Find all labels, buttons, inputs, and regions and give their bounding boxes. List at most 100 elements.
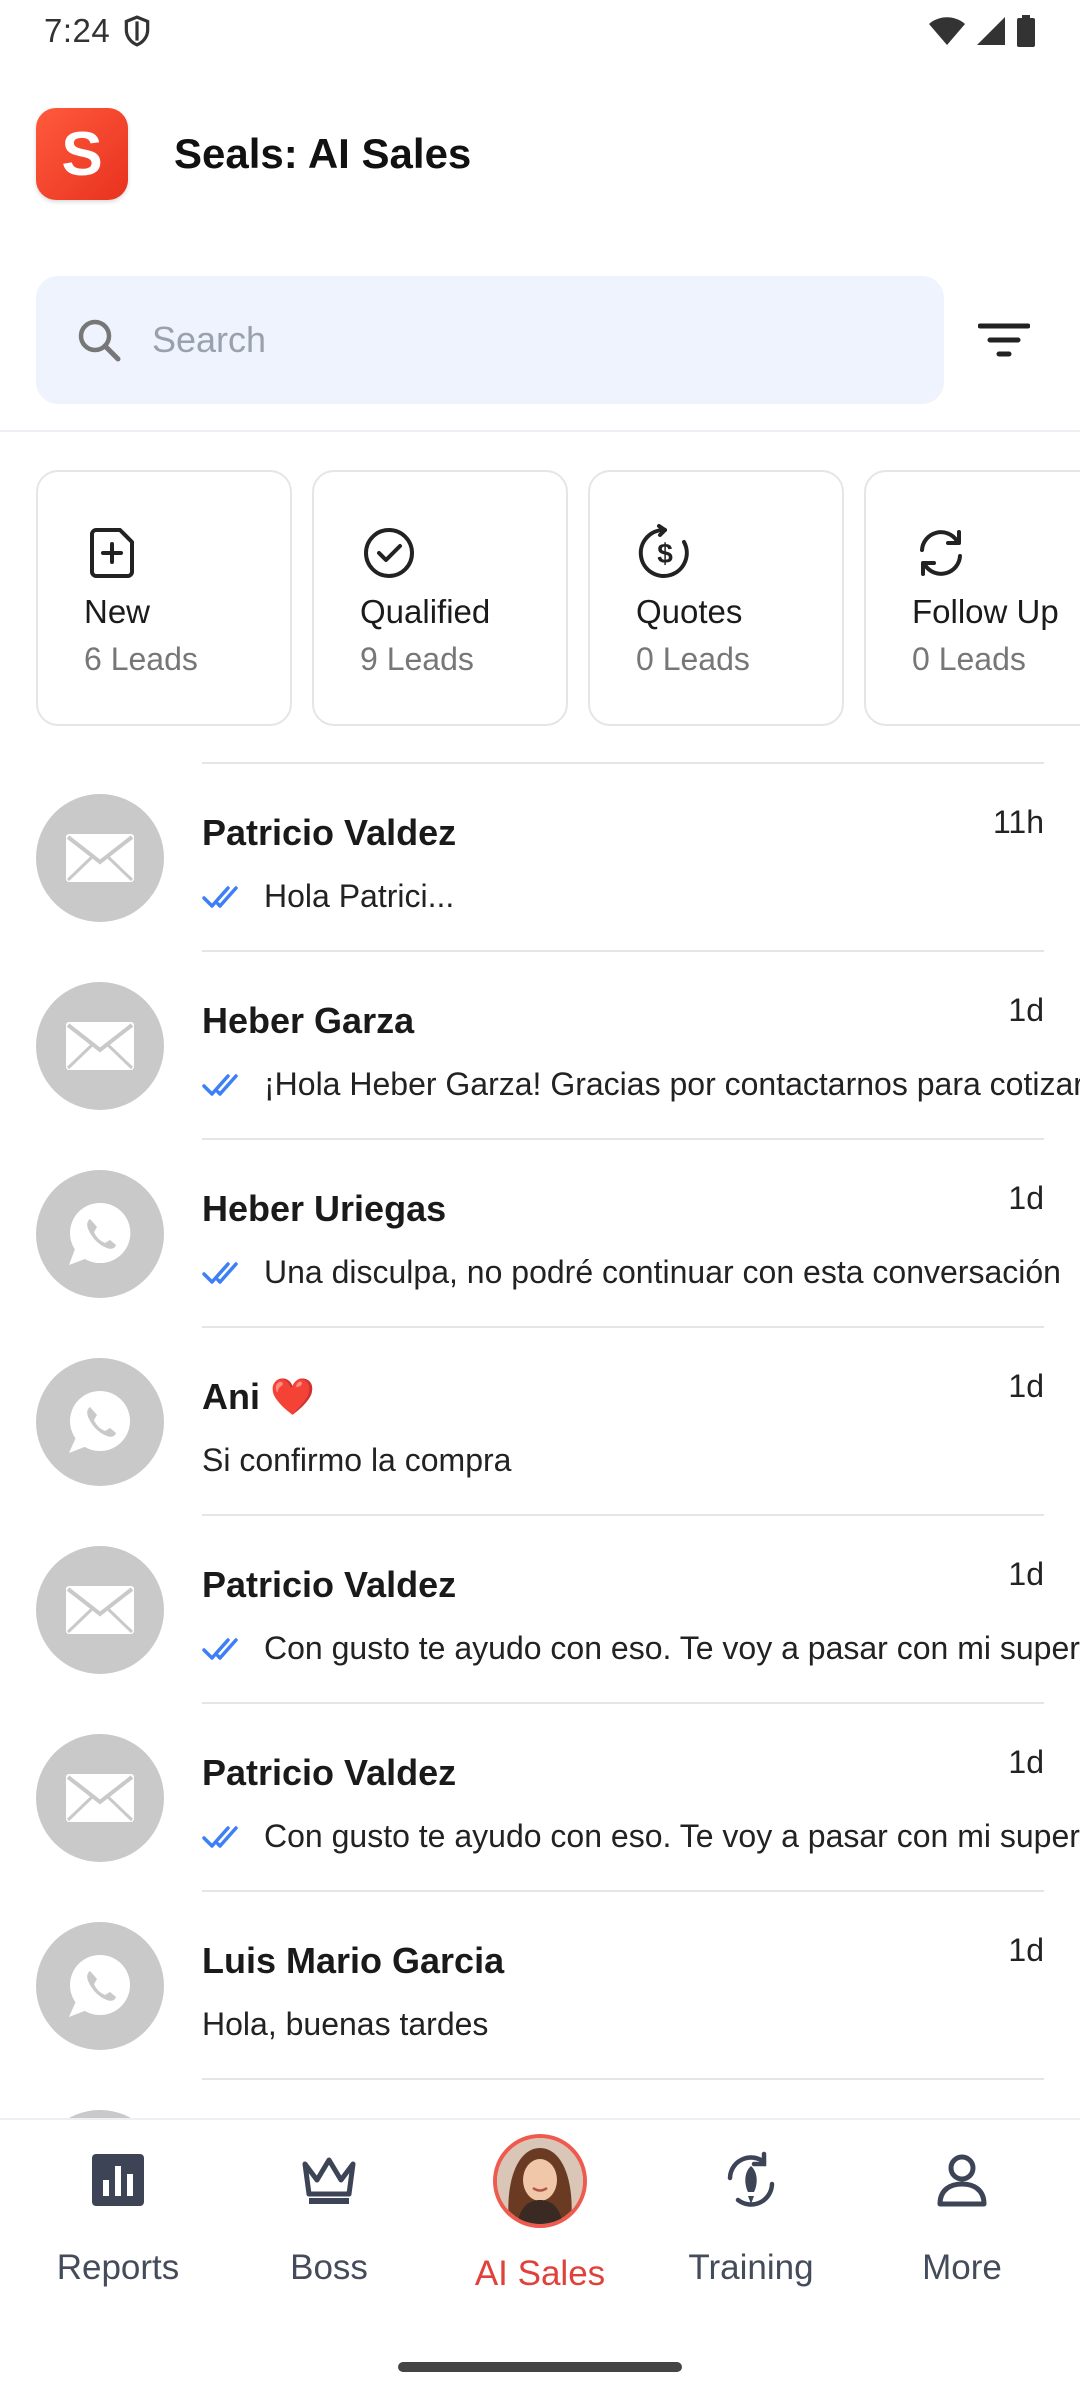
lead-category-cards: New 6 Leads Qualified 9 Leads $ Quotes 0… xyxy=(36,470,1080,726)
category-card-new[interactable]: New 6 Leads xyxy=(36,470,292,726)
whatsapp-avatar xyxy=(36,1922,164,2050)
search-box[interactable] xyxy=(36,276,944,404)
filter-icon xyxy=(978,323,1030,357)
bar-chart-icon xyxy=(92,2154,144,2206)
app-logo: S xyxy=(36,108,128,200)
message-time: 11h xyxy=(992,804,1044,840)
status-time: 7:24 xyxy=(44,12,111,49)
envelope-icon xyxy=(66,1774,134,1822)
nav-boss[interactable]: Boss xyxy=(221,2120,437,2320)
nav-ai-sales[interactable]: AI Sales xyxy=(432,2120,648,2320)
conversation-list[interactable]: Patricio Valdez 11h Hola Patrici... Hebe… xyxy=(0,762,1080,2118)
preview-text: Hola, buenas tardes xyxy=(202,2006,489,2042)
nav-label: Training xyxy=(688,2248,814,2287)
message-time: 1d xyxy=(1008,1180,1044,1216)
message-time: 1d xyxy=(1008,1556,1044,1592)
nav-label: More xyxy=(922,2248,1002,2287)
message-preview: Hola Patrici... xyxy=(202,878,454,915)
header-divider xyxy=(0,430,1080,432)
message-preview: Una disculpa, no podré continuar con est… xyxy=(202,1254,1061,1291)
whatsapp-icon xyxy=(69,1202,131,1265)
double-check-icon xyxy=(202,1073,238,1096)
nav-label: Reports xyxy=(56,2248,180,2287)
contact-name: Heber Garza xyxy=(202,1000,415,1041)
wifi-icon xyxy=(929,17,965,45)
email-avatar xyxy=(36,1734,164,1862)
message-preview: Si confirmo la compra xyxy=(202,1442,511,1479)
app-logo-letter: S xyxy=(61,119,103,189)
category-count: 6 Leads xyxy=(84,641,198,677)
conversation-row[interactable]: Patricio Valdez 1d Con gusto te ayudo co… xyxy=(0,1516,1080,1702)
preview-text: Con gusto te ayudo con eso. Te voy a pas… xyxy=(264,1818,1080,1854)
dollar-cycle-icon: $ xyxy=(638,524,689,578)
nav-more[interactable]: More xyxy=(854,2120,1070,2320)
training-rocket-icon xyxy=(727,2151,775,2207)
search-row xyxy=(36,276,1044,404)
bottom-navigation: Reports Boss AI Sales Training More xyxy=(0,2118,1080,2400)
svg-text:$: $ xyxy=(657,538,673,569)
app-header: S Seals: AI Sales xyxy=(36,108,471,200)
contact-name: Luis Mario Garcia xyxy=(202,1940,505,1981)
conversation-row[interactable]: Heber Garza 1d ¡Hola Heber Garza! Gracia… xyxy=(0,952,1080,1138)
conversation-row[interactable]: Ani ❤️ 1d Si confirmo la compra xyxy=(0,1328,1080,1514)
envelope-icon xyxy=(66,1586,134,1634)
email-avatar xyxy=(36,982,164,1110)
email-avatar xyxy=(36,794,164,922)
conversation-row[interactable]: Luis Mario Garcia 1d Hola, buenas tardes xyxy=(0,1892,1080,2078)
conversation-row[interactable]: Patricio Valdez 1d Con gusto te ayudo co… xyxy=(0,1704,1080,1890)
category-label: New xyxy=(84,593,151,630)
message-preview: ¡Hola Heber Garza! Gracias por contactar… xyxy=(202,1066,1080,1103)
whatsapp-avatar xyxy=(36,2110,164,2118)
check-circle-icon xyxy=(364,528,414,578)
category-count: 9 Leads xyxy=(360,641,474,677)
app-title: Seals: AI Sales xyxy=(174,130,472,177)
category-label: Follow Up xyxy=(912,593,1059,630)
crown-icon xyxy=(302,2157,356,2204)
preview-text: Si confirmo la compra xyxy=(202,1442,512,1478)
category-label: Quotes xyxy=(636,593,743,630)
double-check-icon xyxy=(202,1637,238,1660)
preview-text: ¡Hola Heber Garza! Gracias por contactar… xyxy=(264,1066,1080,1102)
signal-icon xyxy=(977,17,1005,45)
status-icons xyxy=(928,15,1036,47)
conversation-row[interactable]: Heber Uriegas 1d Una disculpa, no podré … xyxy=(0,1140,1080,1326)
double-check-icon xyxy=(202,1825,238,1848)
category-label: Qualified xyxy=(360,593,491,630)
message-time: 1d xyxy=(1008,992,1044,1028)
message-preview: Con gusto te ayudo con eso. Te voy a pas… xyxy=(202,1630,1080,1667)
preview-text: Una disculpa, no podré continuar con est… xyxy=(264,1254,1061,1290)
category-card-quotes[interactable]: $ Quotes 0 Leads xyxy=(588,470,844,726)
filter-button[interactable] xyxy=(964,300,1044,380)
search-icon xyxy=(78,319,121,362)
ai-agent-portrait-icon xyxy=(497,2138,583,2224)
person-icon xyxy=(937,2154,987,2207)
search-input[interactable] xyxy=(152,319,852,361)
shield-icon xyxy=(124,15,150,47)
whatsapp-avatar xyxy=(36,1170,164,1298)
nav-reports[interactable]: Reports xyxy=(10,2120,226,2320)
contact-name: Patricio Valdez xyxy=(202,1752,457,1793)
double-check-icon xyxy=(202,1261,238,1284)
contact-name: Patricio Valdez xyxy=(202,812,457,853)
home-indicator[interactable] xyxy=(398,2362,682,2372)
new-lead-icon xyxy=(90,528,134,578)
category-card-qualified[interactable]: Qualified 9 Leads xyxy=(312,470,568,726)
battery-icon xyxy=(1017,15,1035,47)
conversation-row-partial[interactable] xyxy=(0,2080,1080,2118)
preview-text: Hola Patrici... xyxy=(264,878,455,914)
message-preview: Con gusto te ayudo con eso. Te voy a pas… xyxy=(202,1818,1080,1855)
email-avatar xyxy=(36,1546,164,1674)
whatsapp-icon xyxy=(69,1391,130,1453)
category-count: 0 Leads xyxy=(912,641,1026,677)
contact-name: Patricio Valdez xyxy=(202,1564,457,1605)
nav-training[interactable]: Training xyxy=(643,2120,859,2320)
ai-sales-avatar xyxy=(493,2134,587,2228)
nav-label: Boss xyxy=(290,2248,368,2287)
whatsapp-avatar xyxy=(36,1358,164,1486)
category-card-follow-up[interactable]: Follow Up 0 Leads xyxy=(864,470,1080,726)
message-preview: Hola, buenas tardes xyxy=(202,2006,488,2043)
contact-name: Heber Uriegas xyxy=(202,1188,447,1229)
conversation-row[interactable]: Patricio Valdez 11h Hola Patrici... xyxy=(0,764,1080,950)
preview-text: Con gusto te ayudo con eso. Te voy a pas… xyxy=(264,1630,1080,1666)
refresh-icon xyxy=(920,530,962,576)
